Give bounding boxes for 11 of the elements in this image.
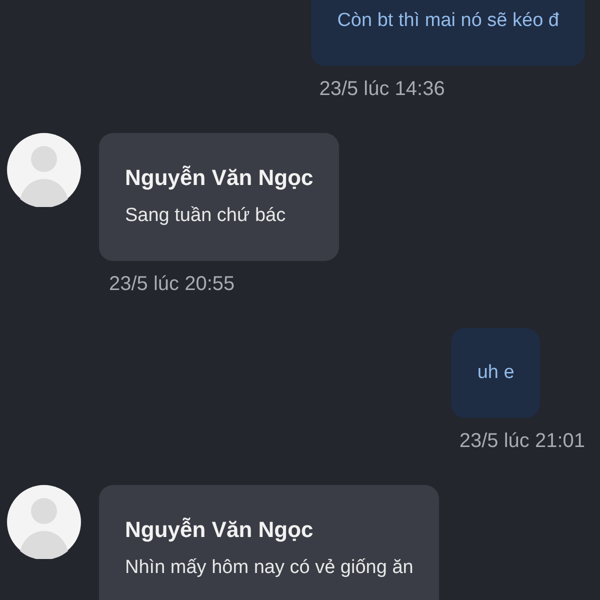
message-bubble: uh e (451, 328, 540, 418)
message-time: 23/5 lúc 20:55 (109, 273, 235, 296)
message-text: Sang tuần chứ bác (125, 205, 287, 227)
message-text: Nhìn mấy hôm nay có vẻ giống ăn (125, 557, 414, 579)
sender-name: Nguyễn Văn Ngọc (125, 165, 314, 191)
message-bubble: Còn bt thì mai nó sẽ kéo đ (311, 0, 585, 66)
sender-name: Nguyễn Văn Ngọc (125, 517, 314, 543)
message-time: 23/5 lúc 14:36 (319, 78, 445, 101)
avatar-icon (7, 133, 81, 207)
message-time: 23/5 lúc 21:01 (459, 430, 585, 453)
avatar-icon (7, 485, 81, 559)
